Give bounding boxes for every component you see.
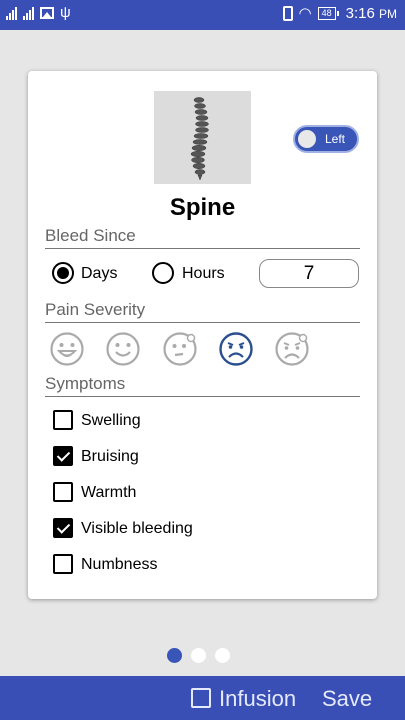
page-dot-3[interactable] bbox=[215, 648, 230, 663]
page-dot-2[interactable] bbox=[191, 648, 206, 663]
signal-icon-2 bbox=[23, 6, 34, 20]
clock-suffix: PM bbox=[379, 7, 397, 21]
visible-bleeding-checkbox[interactable] bbox=[53, 518, 73, 538]
clock-time: 3:16 bbox=[345, 5, 375, 22]
usb-icon: ψ bbox=[60, 4, 71, 21]
save-button[interactable]: Save bbox=[322, 686, 372, 712]
warmth-checkbox[interactable] bbox=[53, 482, 73, 502]
status-bar: ψ ◠ 48 3:16 PM bbox=[0, 0, 405, 30]
visible-bleeding-label[interactable]: Visible bleeding bbox=[81, 520, 193, 538]
days-radio[interactable] bbox=[52, 262, 74, 284]
section-divider bbox=[45, 322, 360, 323]
section-divider bbox=[45, 248, 360, 249]
hours-radio-label[interactable]: Hours bbox=[182, 265, 225, 283]
side-toggle-label: Left bbox=[325, 132, 346, 146]
pain-severity-label: Pain Severity bbox=[45, 300, 146, 319]
warmth-label[interactable]: Warmth bbox=[81, 484, 136, 502]
infusion-label[interactable]: Infusion bbox=[219, 686, 296, 712]
numbness-label[interactable]: Numbness bbox=[81, 556, 157, 574]
spine-image bbox=[154, 91, 251, 184]
section-divider bbox=[45, 396, 360, 397]
bruising-checkbox[interactable] bbox=[53, 446, 73, 466]
very-happy-face-icon[interactable] bbox=[50, 332, 84, 366]
image-icon bbox=[40, 7, 54, 19]
vibrate-icon bbox=[282, 6, 293, 21]
status-right-icons: ◠ 48 3:16 PM bbox=[282, 4, 397, 22]
page-dot-1[interactable] bbox=[167, 648, 182, 663]
side-toggle[interactable]: Left bbox=[293, 125, 359, 153]
bleed-since-label: Bleed Since bbox=[45, 226, 136, 245]
crying-face-icon[interactable] bbox=[275, 332, 309, 366]
swelling-label[interactable]: Swelling bbox=[81, 412, 141, 430]
swelling-checkbox[interactable] bbox=[53, 410, 73, 430]
hours-radio[interactable] bbox=[152, 262, 174, 284]
sad-face-icon[interactable] bbox=[219, 332, 253, 366]
happy-face-icon[interactable] bbox=[106, 332, 140, 366]
toggle-knob bbox=[298, 130, 316, 148]
clock: 3:16 PM bbox=[346, 5, 397, 22]
bruising-label[interactable]: Bruising bbox=[81, 448, 139, 466]
bottom-action-bar: Infusion Save bbox=[0, 676, 405, 720]
signal-icon bbox=[6, 6, 17, 20]
days-radio-label[interactable]: Days bbox=[81, 265, 117, 283]
battery-icon: 48 bbox=[317, 7, 339, 20]
symptoms-label: Symptoms bbox=[45, 374, 126, 393]
bleed-entry-card: Left Spine Bleed Since Days Hours 7 Pain… bbox=[28, 71, 377, 599]
spine-icon bbox=[190, 97, 209, 181]
location-title: Spine bbox=[169, 194, 236, 221]
bleed-duration-input[interactable]: 7 bbox=[259, 259, 359, 288]
numbness-checkbox[interactable] bbox=[53, 554, 73, 574]
status-left-icons: ψ bbox=[6, 4, 71, 21]
wifi-icon: ◠ bbox=[298, 4, 312, 22]
neutral-face-icon[interactable] bbox=[163, 332, 197, 366]
infusion-checkbox[interactable] bbox=[191, 688, 211, 708]
